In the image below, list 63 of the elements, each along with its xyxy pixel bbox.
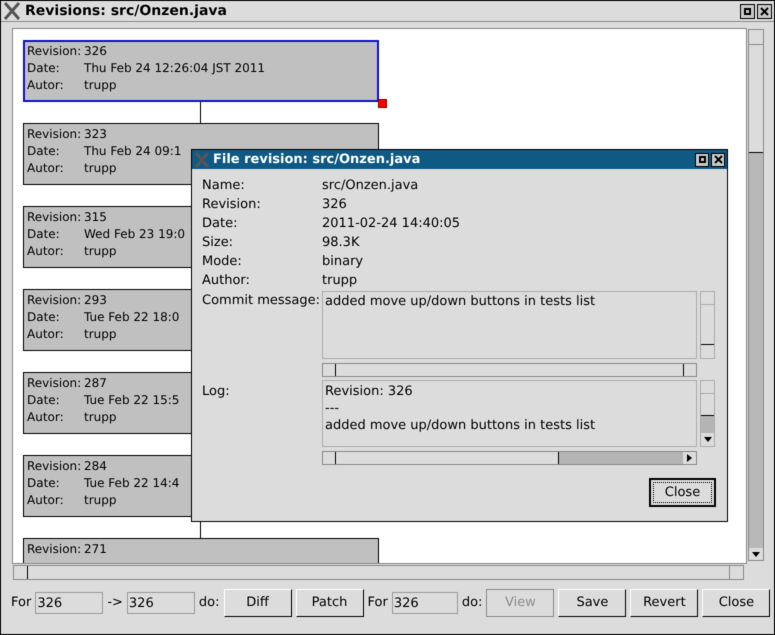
field-value: Tue Feb 22 15:5 — [84, 392, 180, 409]
field-value: 284 — [84, 458, 107, 475]
field-label: Autor: — [27, 326, 65, 343]
field-label: Date: — [27, 226, 61, 243]
field-value: 323 — [84, 126, 107, 143]
field-label: Revision: — [27, 209, 82, 226]
field-value: trupp — [84, 77, 116, 94]
log-line: --- — [325, 400, 340, 417]
field-label: Date: — [27, 309, 61, 326]
field-value: Wed Feb 23 19:0 — [84, 226, 186, 243]
field-label: Date: — [27, 392, 61, 409]
field-label: Name: — [202, 177, 246, 195]
field-label: Date: — [202, 215, 238, 233]
field-value: trupp — [322, 272, 358, 290]
field-value: 326 — [322, 196, 347, 214]
field-value: trupp — [84, 160, 116, 177]
field-value: binary — [322, 253, 364, 271]
field-value: 98.3K — [322, 234, 360, 252]
field-label: Date: — [27, 475, 61, 492]
field-label: Author: — [202, 272, 251, 290]
log-line: Revision: 326 — [325, 383, 414, 400]
field-value: 287 — [84, 375, 107, 392]
field-label: Autor: — [27, 77, 65, 94]
field-value: 293 — [84, 292, 107, 309]
field-value: 271 — [84, 541, 107, 558]
field-value: Thu Feb 24 12:26:04 JST 2011 — [84, 60, 266, 77]
field-label: Revision: — [27, 541, 82, 558]
field-value: Thu Feb 24 09:1 — [84, 143, 182, 160]
field-value: 326 — [84, 43, 107, 60]
field-label: Revision: — [27, 292, 82, 309]
field-label: Revision: — [27, 458, 82, 475]
field-label: Autor: — [27, 243, 65, 260]
field-label: Mode: — [202, 253, 243, 271]
field-value: 2011-02-24 14:40:05 — [322, 215, 460, 233]
for-label: For — [368, 594, 388, 612]
field-value: 315 — [84, 209, 107, 226]
field-label: Log: — [202, 383, 231, 401]
window-title: Revisions: src/Onzen.java — [25, 2, 227, 20]
field-value: Tue Feb 22 14:4 — [84, 475, 180, 492]
field-value: src/Onzen.java — [322, 177, 418, 195]
field-label: Autor: — [27, 409, 65, 426]
field-label: Size: — [202, 234, 234, 252]
dialog-title: File revision: src/Onzen.java — [213, 150, 420, 169]
log-line: added move up/down buttons in tests list — [325, 417, 596, 434]
field-label: Revision: — [27, 126, 82, 143]
field-value: trupp — [84, 492, 116, 509]
field-label: Revision: — [27, 43, 82, 60]
field-label: Autor: — [27, 492, 65, 509]
field-label: Autor: — [27, 160, 65, 177]
for-label: For — [11, 594, 32, 612]
field-label: Commit message: — [202, 292, 322, 310]
commit-message: added move up/down buttons in tests list — [325, 294, 596, 309]
field-label: Revision: — [27, 375, 82, 392]
arrow-label: -> — [107, 594, 123, 612]
field-label: Date: — [27, 60, 61, 77]
field-label: Revision: — [202, 196, 262, 214]
do-label: do: — [198, 594, 220, 612]
field-value: trupp — [84, 243, 116, 260]
do-label: do: — [462, 594, 482, 612]
field-value: trupp — [84, 326, 116, 343]
field-value: Tue Feb 22 18:0 — [84, 309, 180, 326]
field-value: trupp — [84, 409, 116, 426]
field-label: Date: — [27, 143, 61, 160]
